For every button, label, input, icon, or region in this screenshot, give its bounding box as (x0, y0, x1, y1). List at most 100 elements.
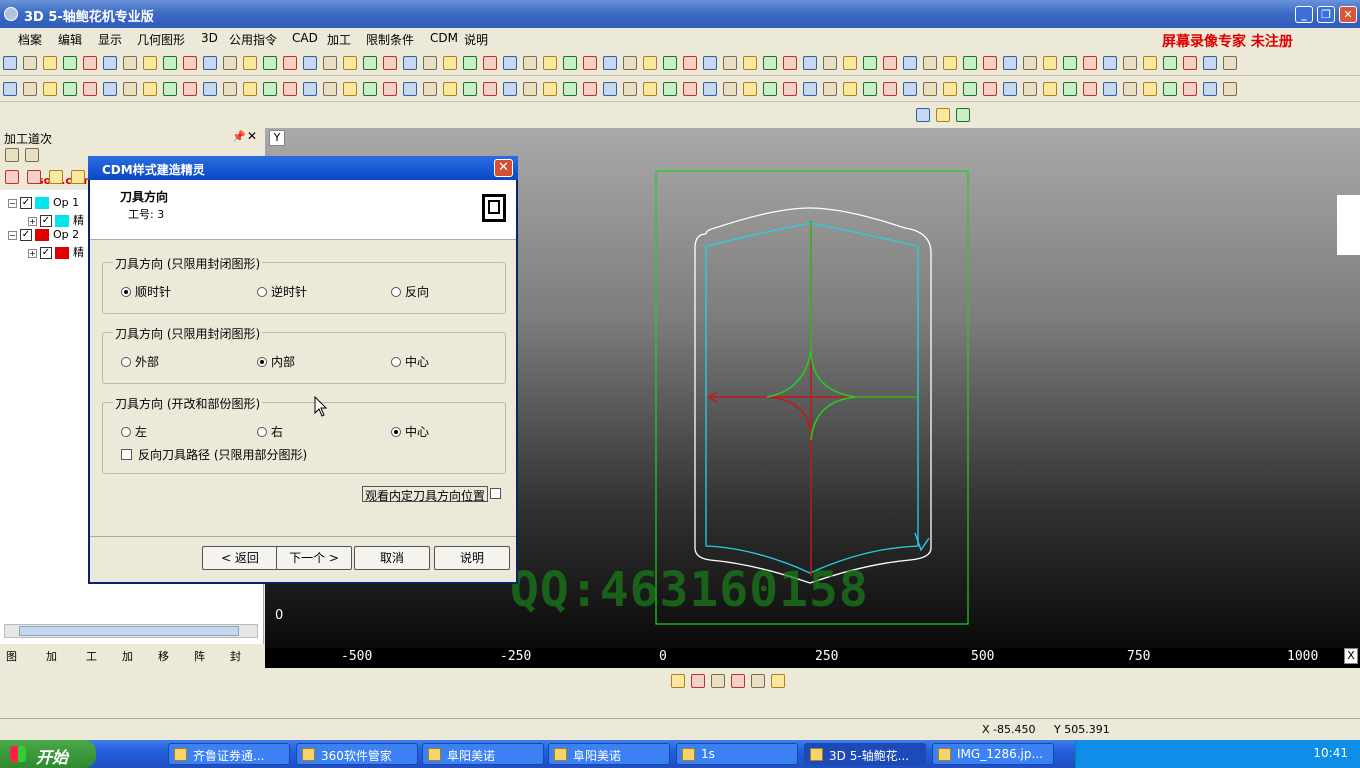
scroll-thumb[interactable] (19, 626, 239, 636)
radio-reverse[interactable]: 反向 (391, 283, 429, 300)
tool-icon[interactable] (523, 82, 537, 96)
tool-icon[interactable] (763, 82, 777, 96)
tool-icon[interactable] (123, 82, 137, 96)
tool-icon[interactable] (963, 82, 977, 96)
maximize-button[interactable]: ❐ (1317, 6, 1335, 23)
tool-icon[interactable] (703, 56, 717, 70)
expand-toggle-icon[interactable]: + (28, 216, 37, 226)
menu-3d[interactable]: 3D (201, 31, 218, 45)
task-folder-1[interactable]: 阜阳美诺 (422, 743, 544, 765)
radio-clockwise[interactable]: 顺时针 (121, 283, 171, 300)
tool-icon[interactable] (263, 56, 277, 70)
start-button[interactable]: 开始 (0, 740, 96, 768)
tool-icon[interactable] (43, 82, 57, 96)
tool-icon[interactable] (723, 56, 737, 70)
collapse-icon[interactable] (25, 148, 39, 162)
tool-icon[interactable] (723, 82, 737, 96)
tool-icon[interactable] (1103, 56, 1117, 70)
lock-icon[interactable] (49, 170, 63, 184)
tool-icon[interactable] (583, 56, 597, 70)
tool-icon[interactable] (1223, 82, 1237, 96)
tool-icon[interactable] (683, 56, 697, 70)
tool-icon[interactable] (743, 82, 757, 96)
tool-icon[interactable] (1063, 82, 1077, 96)
layers-icon[interactable] (956, 108, 970, 122)
tool-icon[interactable] (903, 56, 917, 70)
tab-1[interactable]: 加 (46, 648, 57, 664)
tab-3[interactable]: 加 (122, 648, 133, 664)
tool-icon[interactable] (163, 56, 177, 70)
tool-icon[interactable] (1083, 56, 1097, 70)
tool-icon[interactable] (803, 56, 817, 70)
menu-utilities[interactable]: 公用指令 (229, 31, 277, 48)
menu-file[interactable]: 档案 (18, 31, 42, 48)
list-icon[interactable] (711, 674, 725, 688)
tool-icon[interactable] (1143, 82, 1157, 96)
folder-icon[interactable] (671, 674, 685, 688)
tool-icon[interactable] (383, 56, 397, 70)
tool-icon[interactable] (663, 56, 677, 70)
tool-icon[interactable] (1203, 82, 1217, 96)
tool-icon[interactable] (303, 56, 317, 70)
tool-icon[interactable] (1043, 56, 1057, 70)
tool-icon[interactable] (283, 82, 297, 96)
tool-icon[interactable] (663, 82, 677, 96)
tool-icon[interactable] (363, 82, 377, 96)
tool-icon[interactable] (543, 56, 557, 70)
menu-machining[interactable]: 加工 (327, 31, 351, 48)
tool-icon[interactable] (63, 82, 77, 96)
menu-constraints[interactable]: 限制条件 (366, 31, 414, 48)
tool-icon[interactable] (843, 82, 857, 96)
tab-2[interactable]: 工 (86, 648, 97, 664)
radio-center[interactable]: 中心 (391, 353, 429, 370)
tool-icon[interactable] (563, 56, 577, 70)
tool-icon[interactable] (323, 56, 337, 70)
tool-icon[interactable] (1123, 56, 1137, 70)
radio-left[interactable]: 左 (121, 423, 147, 440)
radio-center-open[interactable]: 中心 (391, 423, 429, 440)
delete-icon[interactable] (5, 170, 19, 184)
radio-right[interactable]: 右 (257, 423, 283, 440)
op2-checkbox[interactable]: ✓ (20, 229, 32, 241)
tool-icon[interactable] (1163, 82, 1177, 96)
tool-icon[interactable] (863, 56, 877, 70)
tool-icon[interactable] (943, 82, 957, 96)
copy-icon[interactable] (771, 674, 785, 688)
op2-child-checkbox[interactable]: ✓ (40, 247, 52, 259)
tool-icon[interactable] (1143, 56, 1157, 70)
task-folder-3[interactable]: 1s (676, 743, 798, 765)
tool-icon[interactable] (1103, 82, 1117, 96)
tool-icon[interactable] (783, 56, 797, 70)
tool-icon[interactable] (83, 56, 97, 70)
tool-icon[interactable] (1023, 82, 1037, 96)
op1-checkbox[interactable]: ✓ (20, 197, 32, 209)
tool-icon[interactable] (603, 82, 617, 96)
tool-icon[interactable] (483, 82, 497, 96)
unlock-icon[interactable] (71, 170, 85, 184)
tool-icon[interactable] (383, 82, 397, 96)
tool-icon[interactable] (183, 56, 197, 70)
grid-icon[interactable] (731, 674, 745, 688)
tool-icon[interactable] (883, 56, 897, 70)
tool-icon[interactable] (463, 56, 477, 70)
tool-icon[interactable] (1023, 56, 1037, 70)
tool-icon[interactable] (423, 56, 437, 70)
dialog-close-button[interactable]: ✕ (494, 159, 513, 177)
tool-icon[interactable] (743, 56, 757, 70)
tool-icon[interactable] (783, 82, 797, 96)
expand-toggle-icon[interactable]: + (28, 248, 37, 258)
task-folder-2[interactable]: 阜阳美诺 (548, 743, 670, 765)
tool-icon[interactable] (403, 82, 417, 96)
tool-icon[interactable] (163, 82, 177, 96)
tool-icon[interactable] (343, 56, 357, 70)
undo-icon[interactable] (27, 170, 41, 184)
tree-item-op1[interactable]: − ✓ Op 1 (8, 196, 79, 212)
expand-icon[interactable] (5, 148, 19, 162)
tree-item-op1-child[interactable]: + ✓ 精 (28, 212, 84, 228)
tool-icon[interactable] (243, 82, 257, 96)
menu-cad[interactable]: CAD (292, 31, 318, 45)
tool-icon[interactable] (283, 56, 297, 70)
tool-icon[interactable] (683, 82, 697, 96)
tool-icon[interactable] (863, 82, 877, 96)
menu-view[interactable]: 显示 (98, 31, 122, 48)
